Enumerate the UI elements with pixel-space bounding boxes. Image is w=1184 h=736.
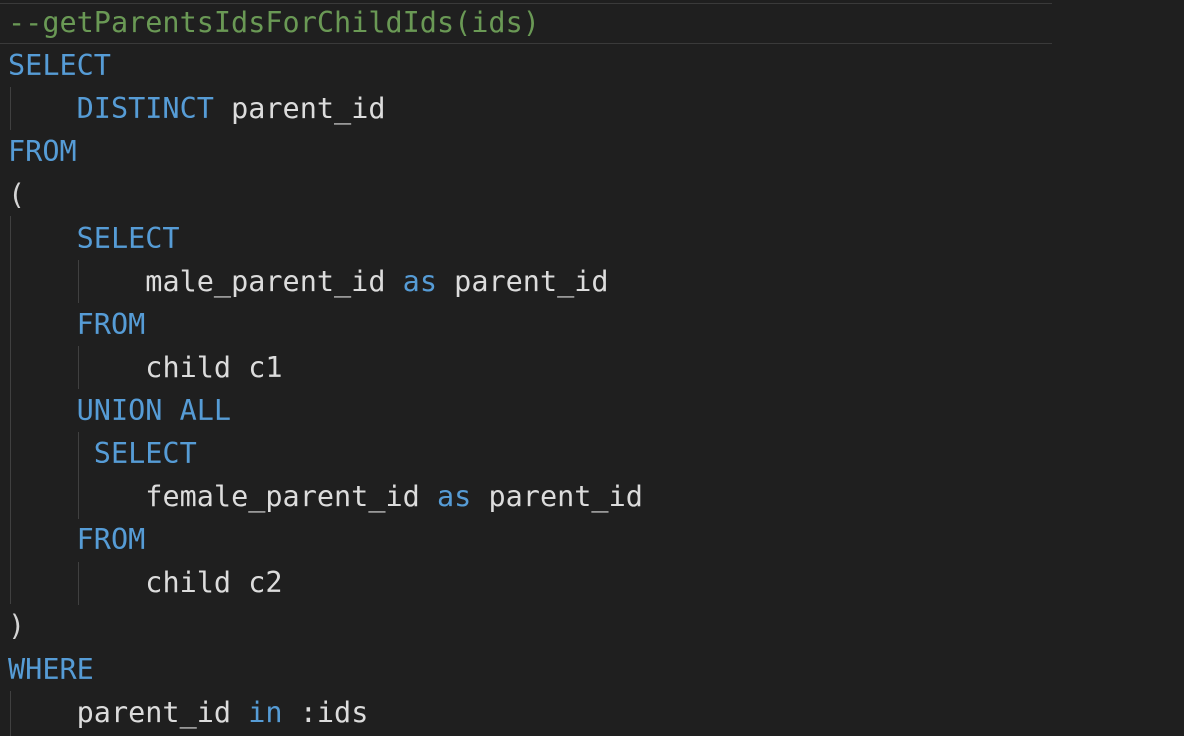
code-line[interactable]: SELECT	[8, 217, 180, 260]
code-line[interactable]: SELECT	[8, 44, 111, 87]
code-line[interactable]: FROM	[8, 130, 77, 173]
identifier-token: male_parent_id	[145, 264, 403, 298]
code-line[interactable]: SELECT	[8, 432, 197, 475]
keyword-token: FROM	[8, 135, 77, 169]
keyword-token: DISTINCT	[76, 92, 214, 126]
code-line[interactable]: FROM	[8, 303, 146, 346]
code-line[interactable]: parent_id in :ids	[8, 691, 369, 734]
identifier-token: female_parent_id	[145, 480, 437, 514]
keyword-token: as	[436, 480, 472, 514]
keyword-token: SELECT	[93, 437, 197, 470]
keyword-token: UNION ALL	[76, 393, 232, 427]
identifier-token: parent_id	[213, 92, 386, 126]
identifier-token: parent_id	[437, 264, 609, 298]
code-line[interactable]: --getParentsIdsForChildIds(ids)	[8, 1, 540, 44]
keyword-token: WHERE	[8, 652, 94, 686]
code-line[interactable]: child c2	[8, 561, 283, 604]
identifier-token: parent_id	[471, 480, 643, 514]
keyword-token: SELECT	[8, 49, 111, 83]
code-line[interactable]: female_parent_id as parent_id	[8, 475, 643, 518]
keyword-token: SELECT	[76, 221, 180, 255]
punctuation-token: )	[8, 609, 26, 643]
code-line[interactable]: WHERE	[8, 648, 94, 691]
code-line[interactable]: DISTINCT parent_id	[8, 87, 386, 130]
code-line[interactable]: child c1	[8, 346, 283, 389]
identifier-token: child c1	[145, 350, 283, 384]
identifier-token: child c2	[145, 566, 283, 600]
identifier-token: parent_id	[76, 695, 249, 729]
code-line[interactable]: FROM	[8, 518, 146, 561]
code-line[interactable]: (	[8, 173, 25, 216]
punctuation-token: (	[8, 178, 26, 212]
code-line[interactable]: )	[8, 604, 25, 647]
identifier-token: :ids	[282, 695, 369, 729]
keyword-token: FROM	[76, 307, 146, 341]
comment-token: --getParentsIdsForChildIds(ids)	[8, 6, 540, 39]
keyword-token: in	[248, 695, 283, 729]
code-line[interactable]: male_parent_id as parent_id	[8, 260, 609, 303]
keyword-token: FROM	[76, 523, 146, 557]
keyword-token: as	[402, 264, 437, 298]
code-line[interactable]: UNION ALL	[8, 389, 231, 432]
code-editor[interactable]: --getParentsIdsForChildIds(ids) SELECT DI…	[0, 0, 1184, 736]
